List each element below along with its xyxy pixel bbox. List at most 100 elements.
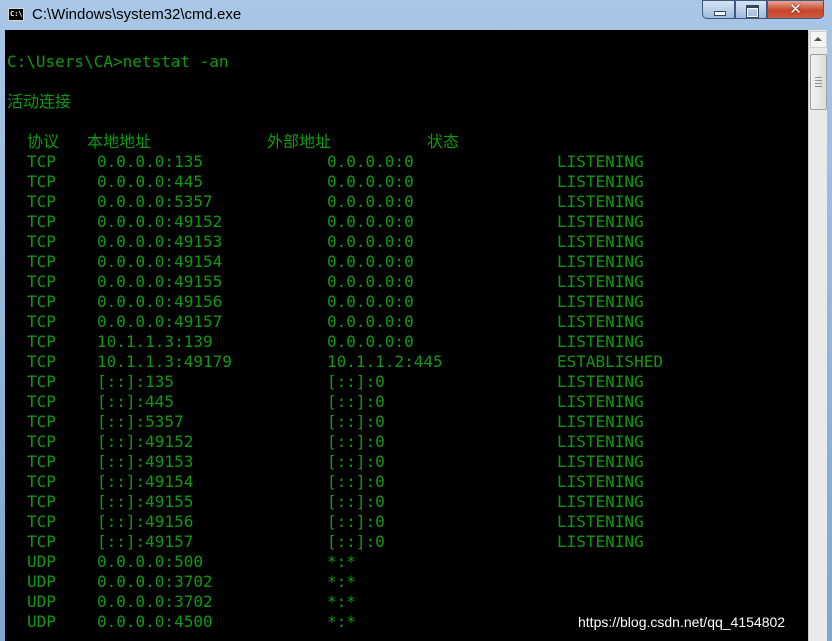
row-foreign-address: 0.0.0.0:0 [327,332,414,351]
row-state: LISTENING [557,432,644,451]
maximize-icon [746,5,759,18]
cmd-window: C:\ C:\Windows\system32\cmd.exe ✕ C:\Use… [0,0,832,641]
row-proto: TCP [27,312,56,331]
row-state: LISTENING [557,372,644,391]
row-state: LISTENING [557,532,644,551]
console-output[interactable]: C:\Users\CA>netstat -an 活动连接 协议 本地地址 外部地… [5,30,808,641]
row-proto: TCP [27,432,56,451]
row-local-address: 0.0.0.0:49154 [97,252,223,271]
row-proto: TCP [27,532,56,551]
row-foreign-address: 0.0.0.0:0 [327,272,414,291]
row-proto: TCP [27,272,56,291]
row-foreign-address: [::]:0 [327,452,385,471]
vertical-scrollbar[interactable] [808,30,827,641]
row-foreign-address: 10.1.1.2:445 [327,352,443,371]
minimize-button[interactable] [702,0,735,19]
row-proto: TCP [27,152,56,171]
row-state: LISTENING [557,412,644,431]
active-connections-heading: 活动连接 [7,92,72,111]
row-foreign-address: [::]:0 [327,432,385,451]
row-foreign-address: 0.0.0.0:0 [327,172,414,191]
row-local-address: 10.1.1.3:49179 [97,352,232,371]
row-foreign-address: [::]:0 [327,372,385,391]
row-local-address: 0.0.0.0:3702 [97,592,213,611]
row-local-address: 0.0.0.0:4500 [97,612,213,631]
row-state: LISTENING [557,512,644,531]
cmd-app-icon[interactable]: C:\ [8,8,24,21]
row-local-address: [::]:5357 [97,412,184,431]
row-local-address: [::]:49155 [97,492,194,511]
row-foreign-address: [::]:0 [327,392,385,411]
row-local-address: 0.0.0.0:49153 [97,232,223,251]
row-local-address: 0.0.0.0:5357 [97,192,213,211]
row-proto: UDP [27,552,56,571]
row-proto: TCP [27,232,56,251]
close-button[interactable]: ✕ [767,0,824,19]
row-state: ESTABLISHED [557,352,663,371]
row-local-address: [::]:445 [97,392,175,411]
row-local-address: [::]:49154 [97,472,194,491]
row-state: LISTENING [557,172,644,191]
scroll-up-button[interactable] [810,31,827,48]
row-foreign-address: 0.0.0.0:0 [327,292,414,311]
row-local-address: 0.0.0.0:49157 [97,312,223,331]
row-foreign-address: 0.0.0.0:0 [327,312,414,331]
row-proto: TCP [27,452,56,471]
header-state: 状态 [427,132,460,151]
row-foreign-address: 0.0.0.0:0 [327,192,414,211]
row-local-address: [::]:49152 [97,432,194,451]
row-state: LISTENING [557,392,644,411]
row-foreign-address: [::]:0 [327,472,385,491]
row-local-address: 0.0.0.0:49152 [97,212,223,231]
row-state: LISTENING [557,492,644,511]
row-state: LISTENING [557,272,644,291]
thumb-grip-line [815,77,822,78]
row-local-address: 0.0.0.0:500 [97,552,203,571]
row-state: LISTENING [557,192,644,211]
row-proto: TCP [27,412,56,431]
scroll-up-arrow-icon [814,37,822,41]
title-bar[interactable]: C:\ C:\Windows\system32\cmd.exe ✕ [0,0,832,30]
row-foreign-address: *:* [327,612,356,631]
row-proto: TCP [27,332,56,351]
row-proto: UDP [27,592,56,611]
row-foreign-address: *:* [327,552,356,571]
row-proto: TCP [27,352,56,371]
row-proto: TCP [27,392,56,411]
row-state: LISTENING [557,452,644,471]
row-state: LISTENING [557,152,644,171]
thumb-grip-line [815,83,822,84]
minimize-icon [714,11,726,16]
row-local-address: 0.0.0.0:3702 [97,572,213,591]
row-state: LISTENING [557,232,644,251]
cmd-app-icon-label: C:\ [10,10,23,18]
row-foreign-address: *:* [327,592,356,611]
row-foreign-address: [::]:0 [327,492,385,511]
thumb-grip-line [815,86,822,87]
row-local-address: [::]:49157 [97,532,194,551]
row-state: LISTENING [557,312,644,331]
row-local-address: [::]:135 [97,372,175,391]
header-local-address: 本地地址 [87,132,152,151]
row-foreign-address: 0.0.0.0:0 [327,212,414,231]
row-proto: TCP [27,252,56,271]
row-proto: TCP [27,472,56,491]
header-proto: 协议 [27,132,60,151]
close-icon: ✕ [789,0,802,18]
scroll-thumb[interactable] [810,54,827,110]
header-foreign-address: 外部地址 [267,132,332,151]
row-proto: TCP [27,512,56,531]
row-foreign-address: [::]:0 [327,532,385,551]
column-headers: 协议 本地地址 外部地址 状态 [7,132,459,152]
row-foreign-address: [::]:0 [327,412,385,431]
row-foreign-address: [::]:0 [327,512,385,531]
row-foreign-address: 0.0.0.0:0 [327,232,414,251]
maximize-button[interactable] [735,0,767,19]
row-proto: TCP [27,292,56,311]
command-line: C:\Users\CA>netstat -an [7,52,229,71]
row-local-address: 0.0.0.0:135 [97,152,203,171]
row-proto: TCP [27,372,56,391]
row-local-address: [::]:49153 [97,452,194,471]
row-proto: UDP [27,572,56,591]
row-state: LISTENING [557,212,644,231]
